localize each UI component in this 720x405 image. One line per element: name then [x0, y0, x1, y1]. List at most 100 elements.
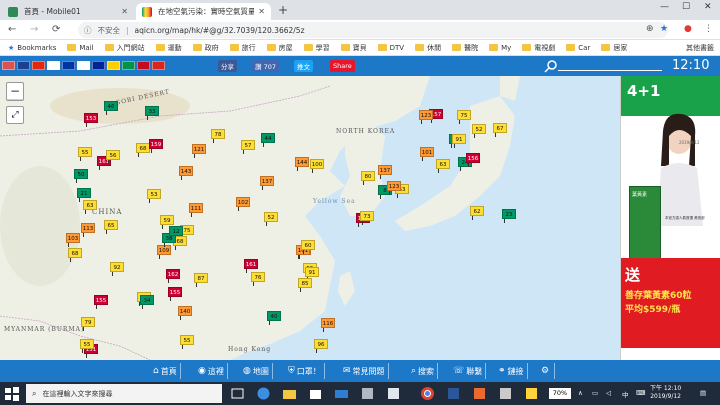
aqi-station-marker[interactable]: 40 [267, 311, 281, 325]
aqi-station-marker[interactable]: 111 [189, 203, 203, 217]
app-icon[interactable] [472, 386, 487, 401]
aqi-station-marker[interactable]: 52 [264, 212, 278, 226]
bookmark-item[interactable]: 居家 [601, 43, 627, 53]
tray-arrow-icon[interactable]: ∧ [578, 389, 583, 397]
language-flag-icon[interactable] [17, 61, 30, 70]
bookmark-item[interactable]: 醫院 [452, 43, 478, 53]
forward-button[interactable]: → [30, 24, 38, 35]
aqi-station-marker[interactable]: 155 [168, 287, 182, 301]
aqi-station-marker[interactable]: 68 [136, 143, 150, 157]
aqi-station-marker[interactable]: 21 [77, 188, 91, 202]
url-field[interactable]: ⓘ 不安全 | aqicn.org/map/hk/#@g/32.7039/120… [78, 22, 668, 38]
back-button[interactable]: ← [8, 24, 16, 35]
bookmark-item[interactable]: DTV [377, 44, 404, 52]
close-tab-icon[interactable]: ✕ [121, 7, 128, 16]
app-icon[interactable] [498, 386, 513, 401]
advertisement[interactable]: 4+1 2019/9/12 葉黃素 本官方認人氣首選 黃斑部 送 善存葉黃素60… [620, 76, 720, 360]
aqi-station-marker[interactable]: 67 [493, 123, 507, 137]
aqi-station-marker[interactable]: 80 [361, 171, 375, 185]
aqi-station-marker[interactable]: 33 [145, 106, 159, 120]
folder-icon[interactable] [282, 386, 297, 401]
taskbar-search-box[interactable]: ⌕ 在這裡輸入文字來搜尋 [26, 384, 222, 403]
aqi-station-marker[interactable]: 140 [178, 306, 192, 320]
aqi-station-marker[interactable]: 44 [261, 133, 275, 147]
volume-icon[interactable]: ◁ [606, 389, 611, 397]
aqi-station-marker[interactable]: 121 [192, 144, 206, 158]
aqi-station-marker[interactable]: 53 [147, 189, 161, 203]
aqi-station-marker[interactable]: 116 [321, 318, 335, 332]
aqi-station-marker[interactable]: 96 [314, 339, 328, 353]
bookmark-item[interactable]: Mail [67, 44, 94, 52]
store-icon[interactable] [308, 386, 323, 401]
site-search-input[interactable] [558, 70, 662, 71]
aqi-station-marker[interactable]: 161 [244, 259, 258, 273]
taskbar-clock[interactable]: 下午 12:10 2019/9/12 [650, 385, 681, 401]
aqi-station-marker[interactable]: 87 [194, 273, 208, 287]
translate-icon[interactable]: ⊕ [646, 24, 654, 34]
info-icon[interactable]: ⓘ [84, 25, 92, 36]
aqi-station-marker[interactable]: 91 [305, 267, 319, 281]
facebook-share-button[interactable]: 分享 [218, 60, 237, 72]
language-flag-icon[interactable] [77, 61, 90, 70]
aqi-station-marker[interactable]: 101 [420, 147, 434, 161]
close-tab-icon[interactable]: ✕ [258, 7, 265, 16]
network-icon[interactable]: ▭ [592, 389, 598, 397]
bookmark-item[interactable]: 休閒 [415, 43, 441, 53]
language-flag-icon[interactable] [152, 61, 165, 70]
aqi-station-marker[interactable]: 55 [78, 147, 92, 161]
keyboard-icon[interactable]: ⌨ [636, 389, 645, 397]
aqi-station-marker[interactable]: 50 [74, 169, 88, 183]
aqi-station-marker[interactable]: 65 [104, 220, 118, 234]
aqi-map[interactable]: GOBI DESERT CHINA NORTH KOREA Yellow Sea… [0, 76, 620, 360]
aqi-station-marker[interactable]: 144 [295, 157, 309, 171]
bookmark-item[interactable]: Car [566, 44, 590, 52]
tab-mobile01[interactable]: 首頁 - Mobile01 ✕ [2, 3, 134, 20]
language-flag-icon[interactable] [122, 61, 135, 70]
language-flag-icon[interactable] [47, 61, 60, 70]
notification-icon[interactable]: ▤ [700, 389, 706, 397]
app-icon[interactable] [360, 386, 375, 401]
bookmark-item[interactable]: 房屋 [266, 43, 293, 53]
aqi-station-marker[interactable]: 34 [140, 295, 154, 309]
aqi-station-marker[interactable]: 100 [310, 159, 324, 173]
app-icon[interactable] [524, 386, 539, 401]
language-flag-icon[interactable] [92, 61, 105, 70]
aqi-station-marker[interactable]: 55 [180, 335, 194, 349]
aqi-station-marker[interactable]: 78 [211, 129, 225, 143]
language-flag-icon[interactable] [107, 61, 120, 70]
aqi-station-marker[interactable]: 91 [452, 134, 466, 148]
language-flag-icon[interactable] [32, 61, 45, 70]
aqi-station-marker[interactable]: 92 [110, 262, 124, 276]
new-tab-button[interactable]: + [278, 3, 288, 17]
edge-icon[interactable] [256, 386, 271, 401]
profile-avatar-icon[interactable]: ● [684, 24, 692, 34]
aqi-station-marker[interactable]: 123 [419, 110, 433, 124]
nav-item-location[interactable]: ◉ 這裡 [195, 363, 228, 379]
aqi-station-marker[interactable]: 75 [457, 110, 471, 124]
tab-aqicn[interactable]: 在地空氣污染：實時空氣質量指數 ✕ [136, 3, 271, 20]
aqi-station-marker[interactable]: 60 [301, 240, 315, 254]
reload-button[interactable]: ⟳ [52, 24, 60, 35]
input-method-icon[interactable]: 中 [622, 389, 629, 399]
aqi-station-marker[interactable]: 162 [166, 269, 180, 283]
aqi-station-marker[interactable]: 159 [149, 139, 163, 153]
app-icon[interactable] [386, 386, 401, 401]
aqi-station-marker[interactable]: 63 [436, 159, 450, 173]
aqi-station-marker[interactable]: 68 [68, 248, 82, 262]
bookmark-item[interactable]: 寶貝 [340, 43, 367, 53]
aqi-station-marker[interactable]: 76 [251, 272, 265, 286]
aqi-station-marker[interactable]: 155 [94, 295, 108, 309]
aqi-station-marker[interactable]: 62 [470, 206, 484, 220]
aqi-station-marker[interactable]: 137 [260, 176, 274, 190]
nav-item-home[interactable]: ⌂ 首頁 [150, 363, 181, 379]
bookmark-item[interactable]: 入門網站 [104, 43, 145, 53]
menu-icon[interactable]: ⋮ [704, 24, 713, 34]
nav-item-contact[interactable]: ☏ 聯繫 [450, 363, 487, 379]
aqi-station-marker[interactable]: 52 [472, 124, 486, 138]
aqi-station-marker[interactable]: 56 [106, 150, 120, 164]
bookmark-item[interactable]: 運動 [155, 43, 182, 53]
bookmark-star-icon[interactable]: ★ [660, 24, 668, 34]
language-flag-icon[interactable] [62, 61, 75, 70]
aqi-station-marker[interactable]: 46 [104, 101, 118, 115]
word-icon[interactable] [446, 386, 461, 401]
